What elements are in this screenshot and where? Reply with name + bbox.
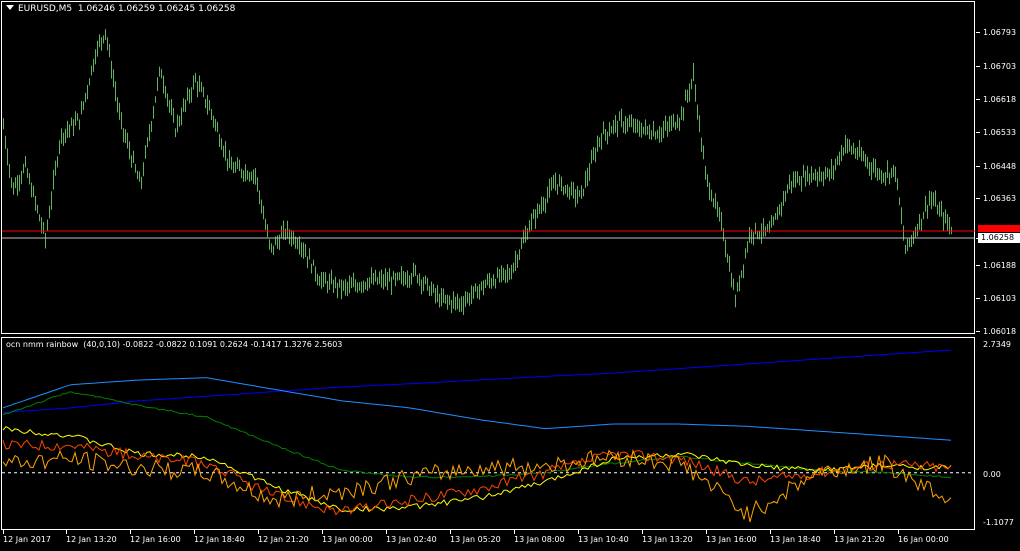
price-axis-label: 1.06188 — [983, 261, 1017, 270]
indicator-series-line — [2, 377, 952, 441]
time-axis-label: 13 Jan 05:20 — [450, 535, 501, 544]
price-axis-label: 1.06793 — [983, 28, 1017, 37]
price-axis-tick — [976, 132, 980, 133]
price-axis-label: 1.06703 — [983, 62, 1017, 71]
price-axis-label: 1.06018 — [983, 327, 1017, 336]
price-axis-tick — [976, 32, 980, 33]
time-axis-tick — [66, 530, 67, 534]
time-axis-tick — [386, 530, 387, 534]
time-axis-label: 13 Jan 08:00 — [514, 535, 565, 544]
time-axis-tick — [3, 530, 4, 534]
time-axis-label: 13 Jan 02:40 — [386, 535, 437, 544]
time-axis-label: 13 Jan 16:00 — [706, 535, 757, 544]
price-axis-tick — [976, 198, 980, 199]
price-axis-label: 1.06103 — [983, 294, 1017, 303]
time-axis-tick — [834, 530, 835, 534]
price-axis-label: 1.06533 — [983, 128, 1017, 137]
time-axis-tick — [770, 530, 771, 534]
time-axis-label: 13 Jan 21:20 — [834, 535, 885, 544]
indicator-series-line — [2, 448, 952, 523]
price-axis-tick — [976, 166, 980, 167]
price-axis-tick — [976, 298, 980, 299]
chart-plot-layer — [2, 29, 975, 523]
time-axis-tick — [578, 530, 579, 534]
time-axis-label: 12 Jan 18:40 — [194, 535, 245, 544]
time-axis-tick — [706, 530, 707, 534]
time-axis-tick — [898, 530, 899, 534]
time-axis-label: 12 Jan 21:20 — [258, 535, 309, 544]
mt4-chart-window: EURUSD,M5 1.06246 1.06259 1.06245 1.0625… — [0, 0, 1020, 551]
time-axis-label: 13 Jan 00:00 — [322, 535, 373, 544]
time-axis-tick — [194, 530, 195, 534]
indicator-axis-label: 0.00 — [983, 470, 1001, 479]
price-axis-tick — [976, 265, 980, 266]
time-axis-label: 16 Jan 00:00 — [898, 535, 949, 544]
time-axis-tick — [642, 530, 643, 534]
time-axis-tick — [514, 530, 515, 534]
time-axis-label: 12 Jan 2017 — [3, 535, 51, 544]
time-axis-label: 13 Jan 13:20 — [642, 535, 693, 544]
indicator-axis-label: -1.1077 — [983, 518, 1014, 527]
price-axis-tick — [976, 99, 980, 100]
price-axis-label: 1.06448 — [983, 162, 1017, 171]
price-axis-label: 1.06363 — [983, 194, 1017, 203]
time-axis-tick — [258, 530, 259, 534]
price-axis-tick — [976, 238, 980, 239]
price-axis-label: 1.06618 — [983, 95, 1017, 104]
price-axis-tick — [976, 331, 980, 332]
time-axis-tick — [322, 530, 323, 534]
current-price-tag: 1.06258 — [978, 233, 1020, 243]
indicator-series-line — [2, 391, 952, 479]
red-line-price-tag — [978, 225, 1020, 232]
price-axis-tick — [976, 66, 980, 67]
indicator-axis-label: 2.7349 — [983, 340, 1011, 349]
time-axis-tick — [130, 530, 131, 534]
time-axis-label: 12 Jan 16:00 — [130, 535, 181, 544]
time-axis-label: 12 Jan 13:20 — [66, 535, 117, 544]
time-axis-label: 13 Jan 18:40 — [770, 535, 821, 544]
time-axis-tick — [450, 530, 451, 534]
time-axis-label: 13 Jan 10:40 — [578, 535, 629, 544]
indicator-series-line — [2, 349, 952, 413]
